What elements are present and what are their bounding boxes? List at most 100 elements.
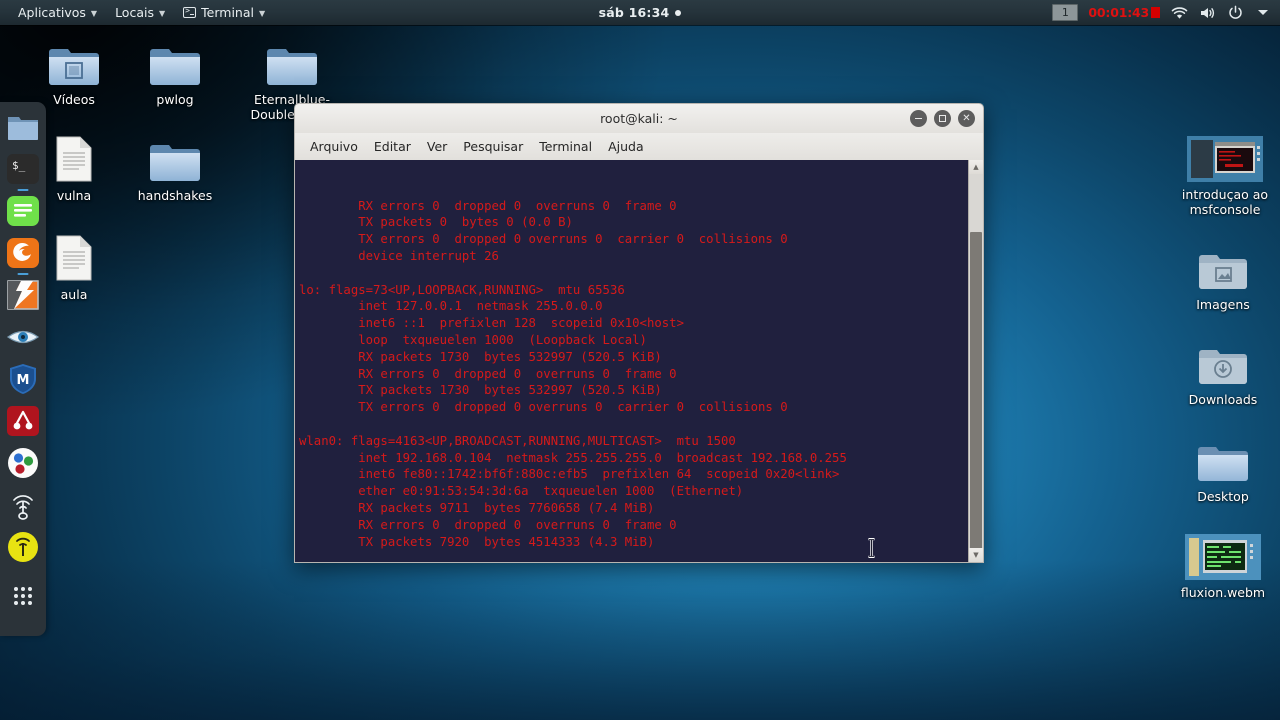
desktop-icon-fluxion-webm[interactable]: fluxion.webm [1171, 528, 1275, 600]
desktop-icon-label: Downloads [1188, 392, 1258, 407]
dock-item-aircrack[interactable] [6, 488, 40, 522]
desktop-icon-pwlog[interactable]: pwlog [123, 35, 227, 107]
svg-text:$_: $_ [12, 159, 26, 172]
menu-item-ajuda[interactable]: Ajuda [601, 136, 651, 157]
terminal-line: TX packets 0 bytes 0 (0.0 B) [299, 215, 573, 230]
svg-text:M: M [17, 373, 30, 388]
folder-icon [8, 117, 38, 140]
circles-icon [8, 448, 38, 478]
video-thumbnail-icon [1171, 528, 1275, 580]
eye-icon [6, 330, 40, 344]
desktop-icon-label: handshakes [137, 188, 213, 203]
dock-item-beef[interactable] [6, 446, 40, 480]
firefox-icon [7, 238, 39, 268]
video-thumbnail-icon [1171, 130, 1279, 182]
terminal-line: loop txqueuelen 1000 (Loopback Local) [299, 332, 647, 347]
grid-icon [14, 587, 32, 605]
desktop-icon-handshakes[interactable]: handshakes [123, 131, 227, 203]
terminal-line: RX errors 0 dropped 0 overruns 0 frame 0 [299, 517, 677, 532]
menu-item-ver[interactable]: Ver [420, 136, 454, 157]
terminal-line: inet6 fe80::1742:bf6f:880c:efb5 prefixle… [299, 467, 840, 482]
desktop-icon-introducao-msfconsole[interactable]: introduçao ao msfconsole [1171, 130, 1279, 217]
shield-m-icon: M [10, 364, 36, 394]
terminal-line: inet 127.0.0.1 netmask 255.0.0.0 [299, 299, 603, 314]
workspace-number: 1 [1061, 6, 1069, 19]
antenna-icon [13, 495, 33, 520]
scroll-up-icon[interactable]: ▲ [969, 160, 983, 174]
terminal-line: device interrupt 26 [299, 248, 499, 263]
screen-recorder-timer[interactable]: 00:01:43 [1088, 5, 1160, 20]
menu-item-arquivo[interactable]: Arquivo [303, 136, 365, 157]
stop-recording-icon[interactable] [1151, 7, 1160, 18]
scroll-down-icon[interactable]: ▼ [969, 548, 983, 562]
terminal-line: RX packets 1730 bytes 532997 (520.5 KiB) [299, 349, 662, 364]
scrollbar-thumb[interactable] [970, 232, 982, 552]
dock-item-zenmap[interactable] [6, 278, 40, 312]
clock-text: sáb 16:34 [598, 5, 670, 20]
video-folder-icon [22, 35, 126, 87]
terminal-menu-bar: Arquivo Editar Ver Pesquisar Terminal Aj… [294, 133, 984, 160]
terminal-output[interactable]: RX errors 0 dropped 0 overruns 0 frame 0… [295, 160, 968, 562]
terminal-line: inet 192.168.0.104 netmask 255.255.255.0… [299, 450, 847, 465]
terminal-line: TX packets 7920 bytes 4514333 (4.3 MiB) [299, 534, 655, 549]
dock-item-files[interactable] [6, 110, 40, 144]
dock-item-wireshark[interactable] [6, 320, 40, 354]
left-dock: $_ M [0, 102, 46, 636]
running-indicator [17, 272, 29, 275]
running-indicator [17, 188, 29, 191]
dock-item-burpsuite[interactable] [6, 404, 40, 438]
desktop-icon-desktop[interactable]: Desktop [1171, 432, 1275, 504]
terminal-body[interactable]: RX errors 0 dropped 0 overruns 0 frame 0… [294, 160, 984, 563]
menu-item-terminal[interactable]: Terminal [532, 136, 599, 157]
workspace-switcher[interactable]: 1 [1052, 4, 1079, 21]
menu-item-pesquisar[interactable]: Pesquisar [456, 136, 530, 157]
terminal-window[interactable]: root@kali: ~ ✕ Arquivo Editar Ver Pesqui… [294, 103, 984, 563]
wallpaper-bottom-shade [0, 560, 1280, 720]
folder-icon [240, 35, 344, 87]
dock-item-firefox[interactable] [6, 236, 40, 275]
terminal-line: inet6 ::1 prefixlen 128 scopeid 0x10<hos… [299, 316, 684, 331]
window-controls: ✕ [910, 110, 975, 127]
chevron-down-icon[interactable] [1254, 4, 1272, 22]
terminal-scrollbar[interactable]: ▲ ▼ [968, 160, 983, 562]
window-title-bar[interactable]: root@kali: ~ ✕ [294, 103, 984, 133]
menu-item-editar[interactable]: Editar [367, 136, 418, 157]
dock-item-kismet[interactable] [6, 530, 40, 564]
terminal-line: TX packets 1730 bytes 532997 (520.5 KiB) [299, 383, 662, 398]
dock-item-terminal[interactable]: $_ [6, 152, 40, 191]
recorder-time-text: 00:01:43 [1088, 5, 1149, 20]
close-button[interactable]: ✕ [958, 110, 975, 127]
downloads-folder-icon [1171, 335, 1275, 387]
dock-item-show-applications[interactable] [6, 578, 40, 612]
close-icon: ✕ [962, 112, 971, 124]
minimize-button[interactable] [910, 110, 927, 127]
notes-icon [7, 196, 39, 226]
top-panel: Aplicativos ▼ Locais ▼ Terminal ▼ sáb 16… [0, 0, 1280, 25]
desktop-icon-videos[interactable]: Vídeos [22, 35, 126, 107]
terminal-line: RX packets 9711 bytes 7760658 (7.4 MiB) [299, 500, 655, 515]
yellow-antenna-icon [8, 532, 38, 562]
folder-icon [123, 131, 227, 183]
dock-item-text-editor[interactable] [6, 194, 40, 228]
minimize-icon [915, 117, 922, 120]
desktop-icon-imagens[interactable]: Imagens [1171, 240, 1275, 312]
terminal-line: lo: flags=73<UP,LOOPBACK,RUNNING> mtu 65… [299, 282, 625, 297]
desktop-icon-label: fluxion.webm [1180, 585, 1266, 600]
burp-icon [7, 406, 39, 436]
folder-icon [123, 35, 227, 87]
dock-item-metasploit[interactable]: M [6, 362, 40, 396]
desktop-icon-downloads[interactable]: Downloads [1171, 335, 1275, 407]
power-icon[interactable] [1226, 4, 1244, 22]
window-title: root@kali: ~ [600, 111, 678, 126]
terminal-line: RX errors 0 dropped 0 overruns 0 frame 0 [299, 198, 677, 213]
terminal-line: ether e0:91:53:54:3d:6a txqueuelen 1000 … [299, 484, 744, 499]
terminal-line: RX errors 0 dropped 0 overruns 0 frame 0 [299, 366, 677, 381]
pictures-folder-icon [1171, 240, 1275, 292]
volume-icon[interactable] [1198, 4, 1216, 22]
wifi-icon[interactable] [1170, 4, 1188, 22]
maximize-button[interactable] [934, 110, 951, 127]
desktop-icon-label: introduçao ao msfconsole [1181, 187, 1269, 217]
terminal-line: TX errors 0 dropped 0 overruns 0 carrier… [299, 400, 788, 415]
